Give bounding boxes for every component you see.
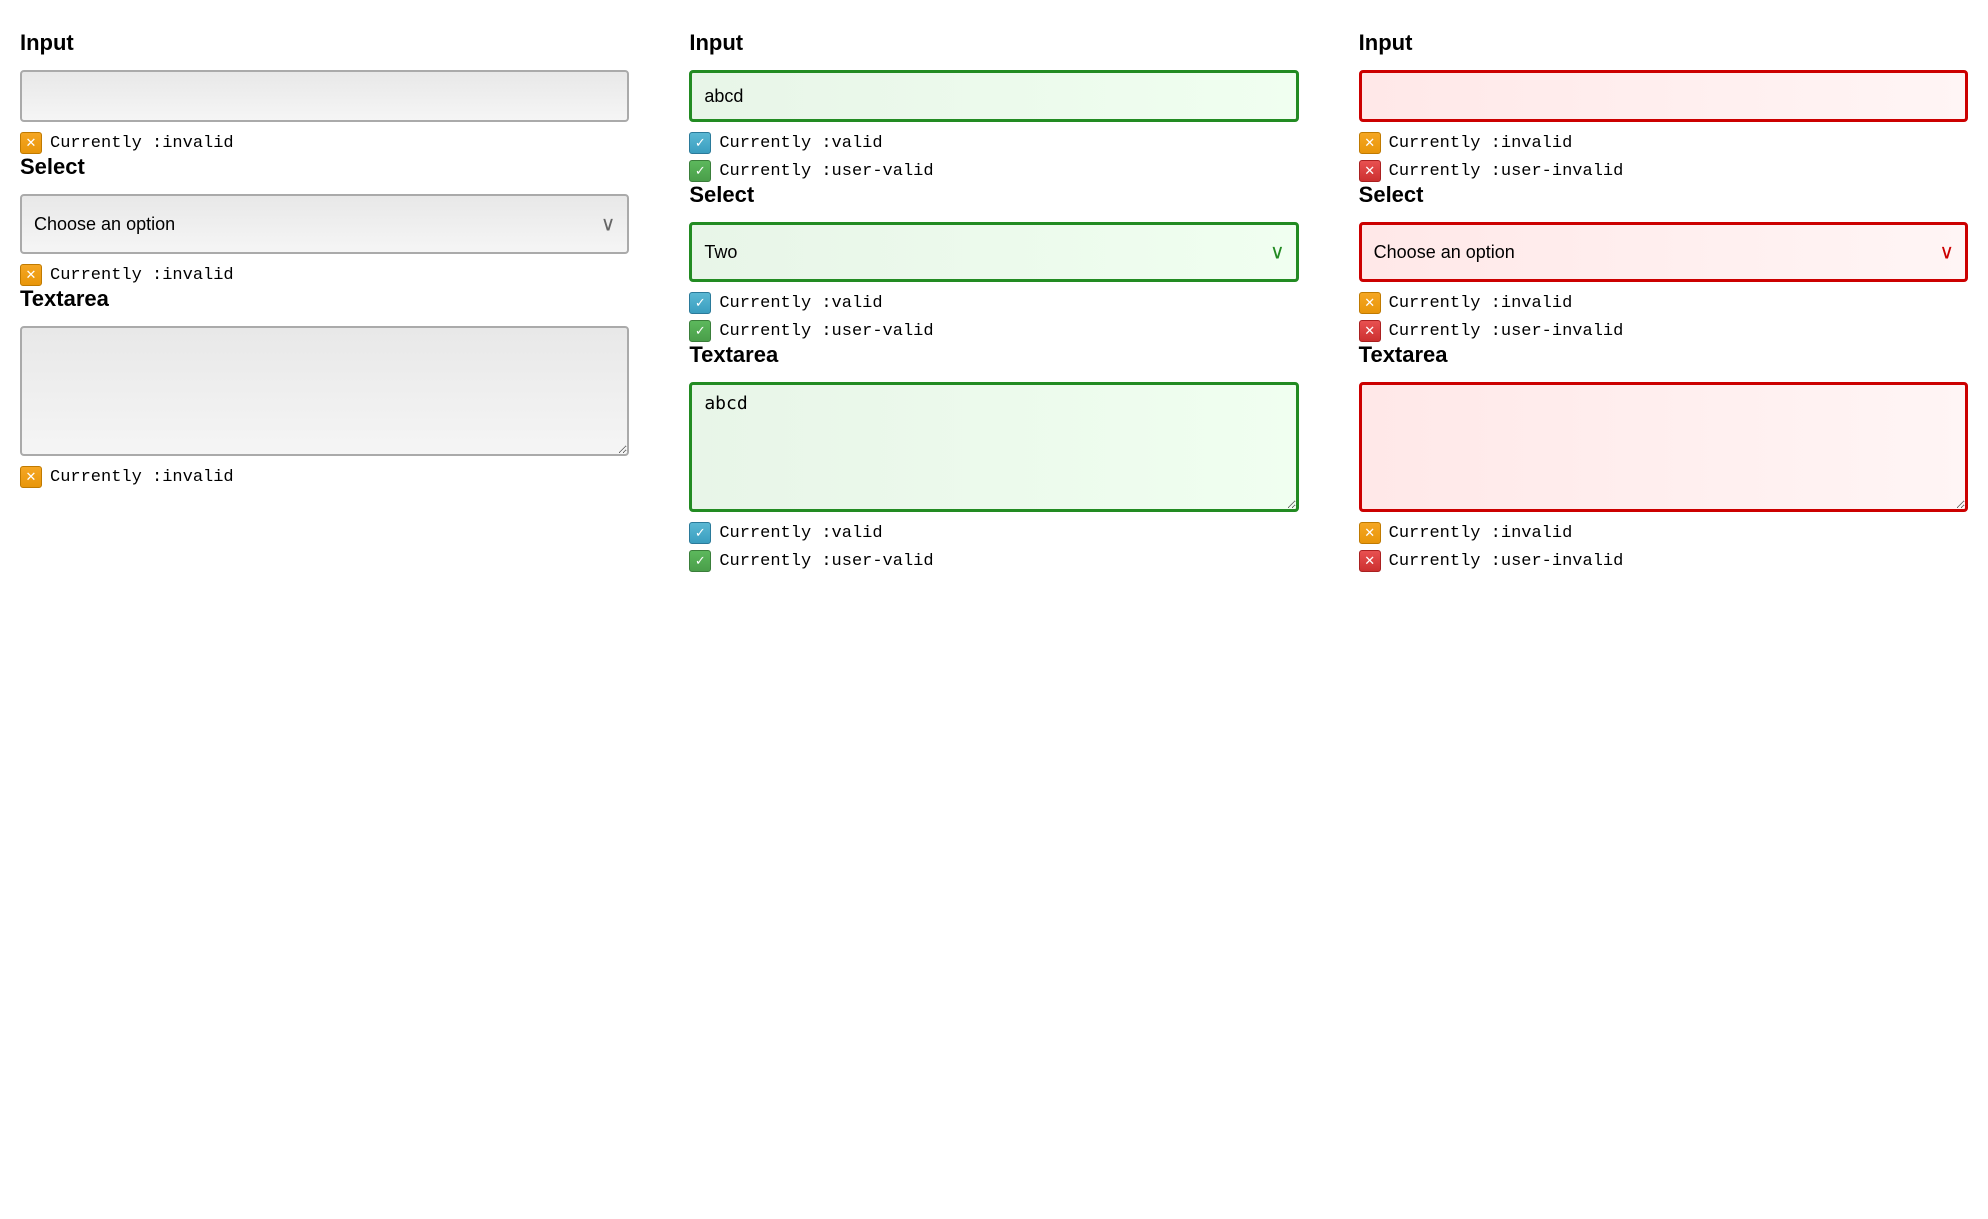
badge-red-icon: ✕ — [1359, 160, 1381, 182]
status-row: ✓ Currently :valid — [689, 522, 1298, 544]
status-invalid-row: ✕ Currently :invalid — [20, 132, 629, 154]
status-row: ✓ Currently :user-valid — [689, 320, 1298, 342]
input-userinvalid-statuses: ✕ Currently :invalid ✕ Currently :user-i… — [1359, 132, 1968, 182]
input-userinvalid-label: Input — [1359, 30, 1968, 56]
select-default-statuses: ✕ Currently :invalid — [20, 264, 629, 286]
status-text: Currently :user-invalid — [1389, 162, 1624, 181]
status-text: Currently :valid — [719, 294, 882, 313]
status-row: ✕ Currently :invalid — [1359, 292, 1968, 314]
column-default: Input ✕ Currently :invalid Select Choose… — [20, 30, 629, 572]
input-default-statuses: ✕ Currently :invalid — [20, 132, 629, 154]
status-row: ✕ Currently :invalid — [20, 466, 629, 488]
input-valid-label: Input — [689, 30, 1298, 56]
input-valid-statuses: ✓ Currently :valid ✓ Currently :user-val… — [689, 132, 1298, 182]
status-text: Currently :invalid — [1389, 294, 1573, 313]
select-valid-label: Select — [689, 182, 1298, 208]
badge-red-icon: ✕ — [1359, 320, 1381, 342]
status-invalid-text: Currently :invalid — [50, 134, 234, 153]
badge-orange-icon: ✕ — [20, 264, 42, 286]
status-text: Currently :user-invalid — [1389, 552, 1624, 571]
status-text: Currently :invalid — [1389, 524, 1573, 543]
textarea-userinvalid-statuses: ✕ Currently :invalid ✕ Currently :user-i… — [1359, 522, 1968, 572]
select-valid-statuses: ✓ Currently :valid ✓ Currently :user-val… — [689, 292, 1298, 342]
input-valid-field[interactable] — [689, 70, 1298, 122]
textarea-userinvalid-label: Textarea — [1359, 342, 1968, 368]
select-userinvalid-cell: Select Choose an option One Two Three ∨ … — [1359, 182, 1968, 342]
status-text: Currently :user-valid — [719, 552, 933, 571]
status-row: ✕ Currently :invalid — [1359, 132, 1968, 154]
status-row: ✕ Currently :user-invalid — [1359, 160, 1968, 182]
column-user-invalid: Input ✕ Currently :invalid ✕ Currently :… — [1359, 30, 1968, 572]
status-row: ✕ Currently :user-invalid — [1359, 320, 1968, 342]
badge-orange-icon: ✕ — [20, 466, 42, 488]
textarea-valid-field[interactable]: abcd — [689, 382, 1298, 512]
badge-blue-icon: ✓ — [689, 132, 711, 154]
status-user-valid-row: ✓ Currently :user-valid — [689, 160, 1298, 182]
select-userinvalid-wrapper: Choose an option One Two Three ∨ — [1359, 222, 1968, 282]
status-row: ✕ Currently :invalid — [20, 264, 629, 286]
textarea-valid-cell: Textarea abcd ✓ Currently :valid ✓ Curre… — [689, 342, 1298, 572]
textarea-default-label: Textarea — [20, 286, 629, 312]
select-default-cell: Select Choose an option One Two Three ∨ … — [20, 154, 629, 286]
badge-orange-icon: ✕ — [1359, 522, 1381, 544]
input-default-label: Input — [20, 30, 629, 56]
status-text: Currently :invalid — [50, 468, 234, 487]
select-userinvalid-field[interactable]: Choose an option One Two Three — [1359, 222, 1968, 282]
badge-orange-icon: ✕ — [1359, 132, 1381, 154]
status-row: ✕ Currently :user-invalid — [1359, 550, 1968, 572]
textarea-default-statuses: ✕ Currently :invalid — [20, 466, 629, 488]
select-userinvalid-statuses: ✕ Currently :invalid ✕ Currently :user-i… — [1359, 292, 1968, 342]
textarea-valid-label: Textarea — [689, 342, 1298, 368]
input-userinvalid-field[interactable] — [1359, 70, 1968, 122]
badge-orange-icon: ✕ — [20, 132, 42, 154]
input-default-cell: Input ✕ Currently :invalid — [20, 30, 629, 154]
status-text: Currently :user-invalid — [1389, 322, 1624, 341]
select-default-label: Select — [20, 154, 629, 180]
status-user-valid-text: Currently :user-valid — [719, 162, 933, 181]
status-text: Currently :user-valid — [719, 322, 933, 341]
select-valid-field[interactable]: Choose an option One Two Three — [689, 222, 1298, 282]
badge-red-icon: ✕ — [1359, 550, 1381, 572]
textarea-default-field[interactable] — [20, 326, 629, 456]
input-userinvalid-cell: Input ✕ Currently :invalid ✕ Currently :… — [1359, 30, 1968, 182]
status-row: ✓ Currently :user-valid — [689, 550, 1298, 572]
status-valid-text: Currently :valid — [719, 134, 882, 153]
status-text: Currently :invalid — [50, 266, 234, 285]
column-valid: Input ✓ Currently :valid ✓ Currently :us… — [689, 30, 1298, 572]
status-row: ✓ Currently :valid — [689, 292, 1298, 314]
main-grid: Input ✕ Currently :invalid Select Choose… — [20, 30, 1968, 572]
input-valid-cell: Input ✓ Currently :valid ✓ Currently :us… — [689, 30, 1298, 182]
status-text: Currently :invalid — [1389, 134, 1573, 153]
badge-blue-icon: ✓ — [689, 292, 711, 314]
select-default-field[interactable]: Choose an option One Two Three — [20, 194, 629, 254]
select-valid-wrapper: Choose an option One Two Three ∨ — [689, 222, 1298, 282]
select-default-wrapper: Choose an option One Two Three ∨ — [20, 194, 629, 254]
status-text: Currently :valid — [719, 524, 882, 543]
badge-blue-icon: ✓ — [689, 522, 711, 544]
badge-green-icon: ✓ — [689, 320, 711, 342]
textarea-userinvalid-field[interactable] — [1359, 382, 1968, 512]
input-default-field[interactable] — [20, 70, 629, 122]
status-valid-row: ✓ Currently :valid — [689, 132, 1298, 154]
select-userinvalid-label: Select — [1359, 182, 1968, 208]
textarea-userinvalid-cell: Textarea ✕ Currently :invalid ✕ Currentl… — [1359, 342, 1968, 572]
textarea-default-cell: Textarea ✕ Currently :invalid — [20, 286, 629, 488]
select-valid-cell: Select Choose an option One Two Three ∨ … — [689, 182, 1298, 342]
badge-orange-icon: ✕ — [1359, 292, 1381, 314]
badge-green-icon: ✓ — [689, 160, 711, 182]
textarea-valid-statuses: ✓ Currently :valid ✓ Currently :user-val… — [689, 522, 1298, 572]
badge-green-icon: ✓ — [689, 550, 711, 572]
status-row: ✕ Currently :invalid — [1359, 522, 1968, 544]
